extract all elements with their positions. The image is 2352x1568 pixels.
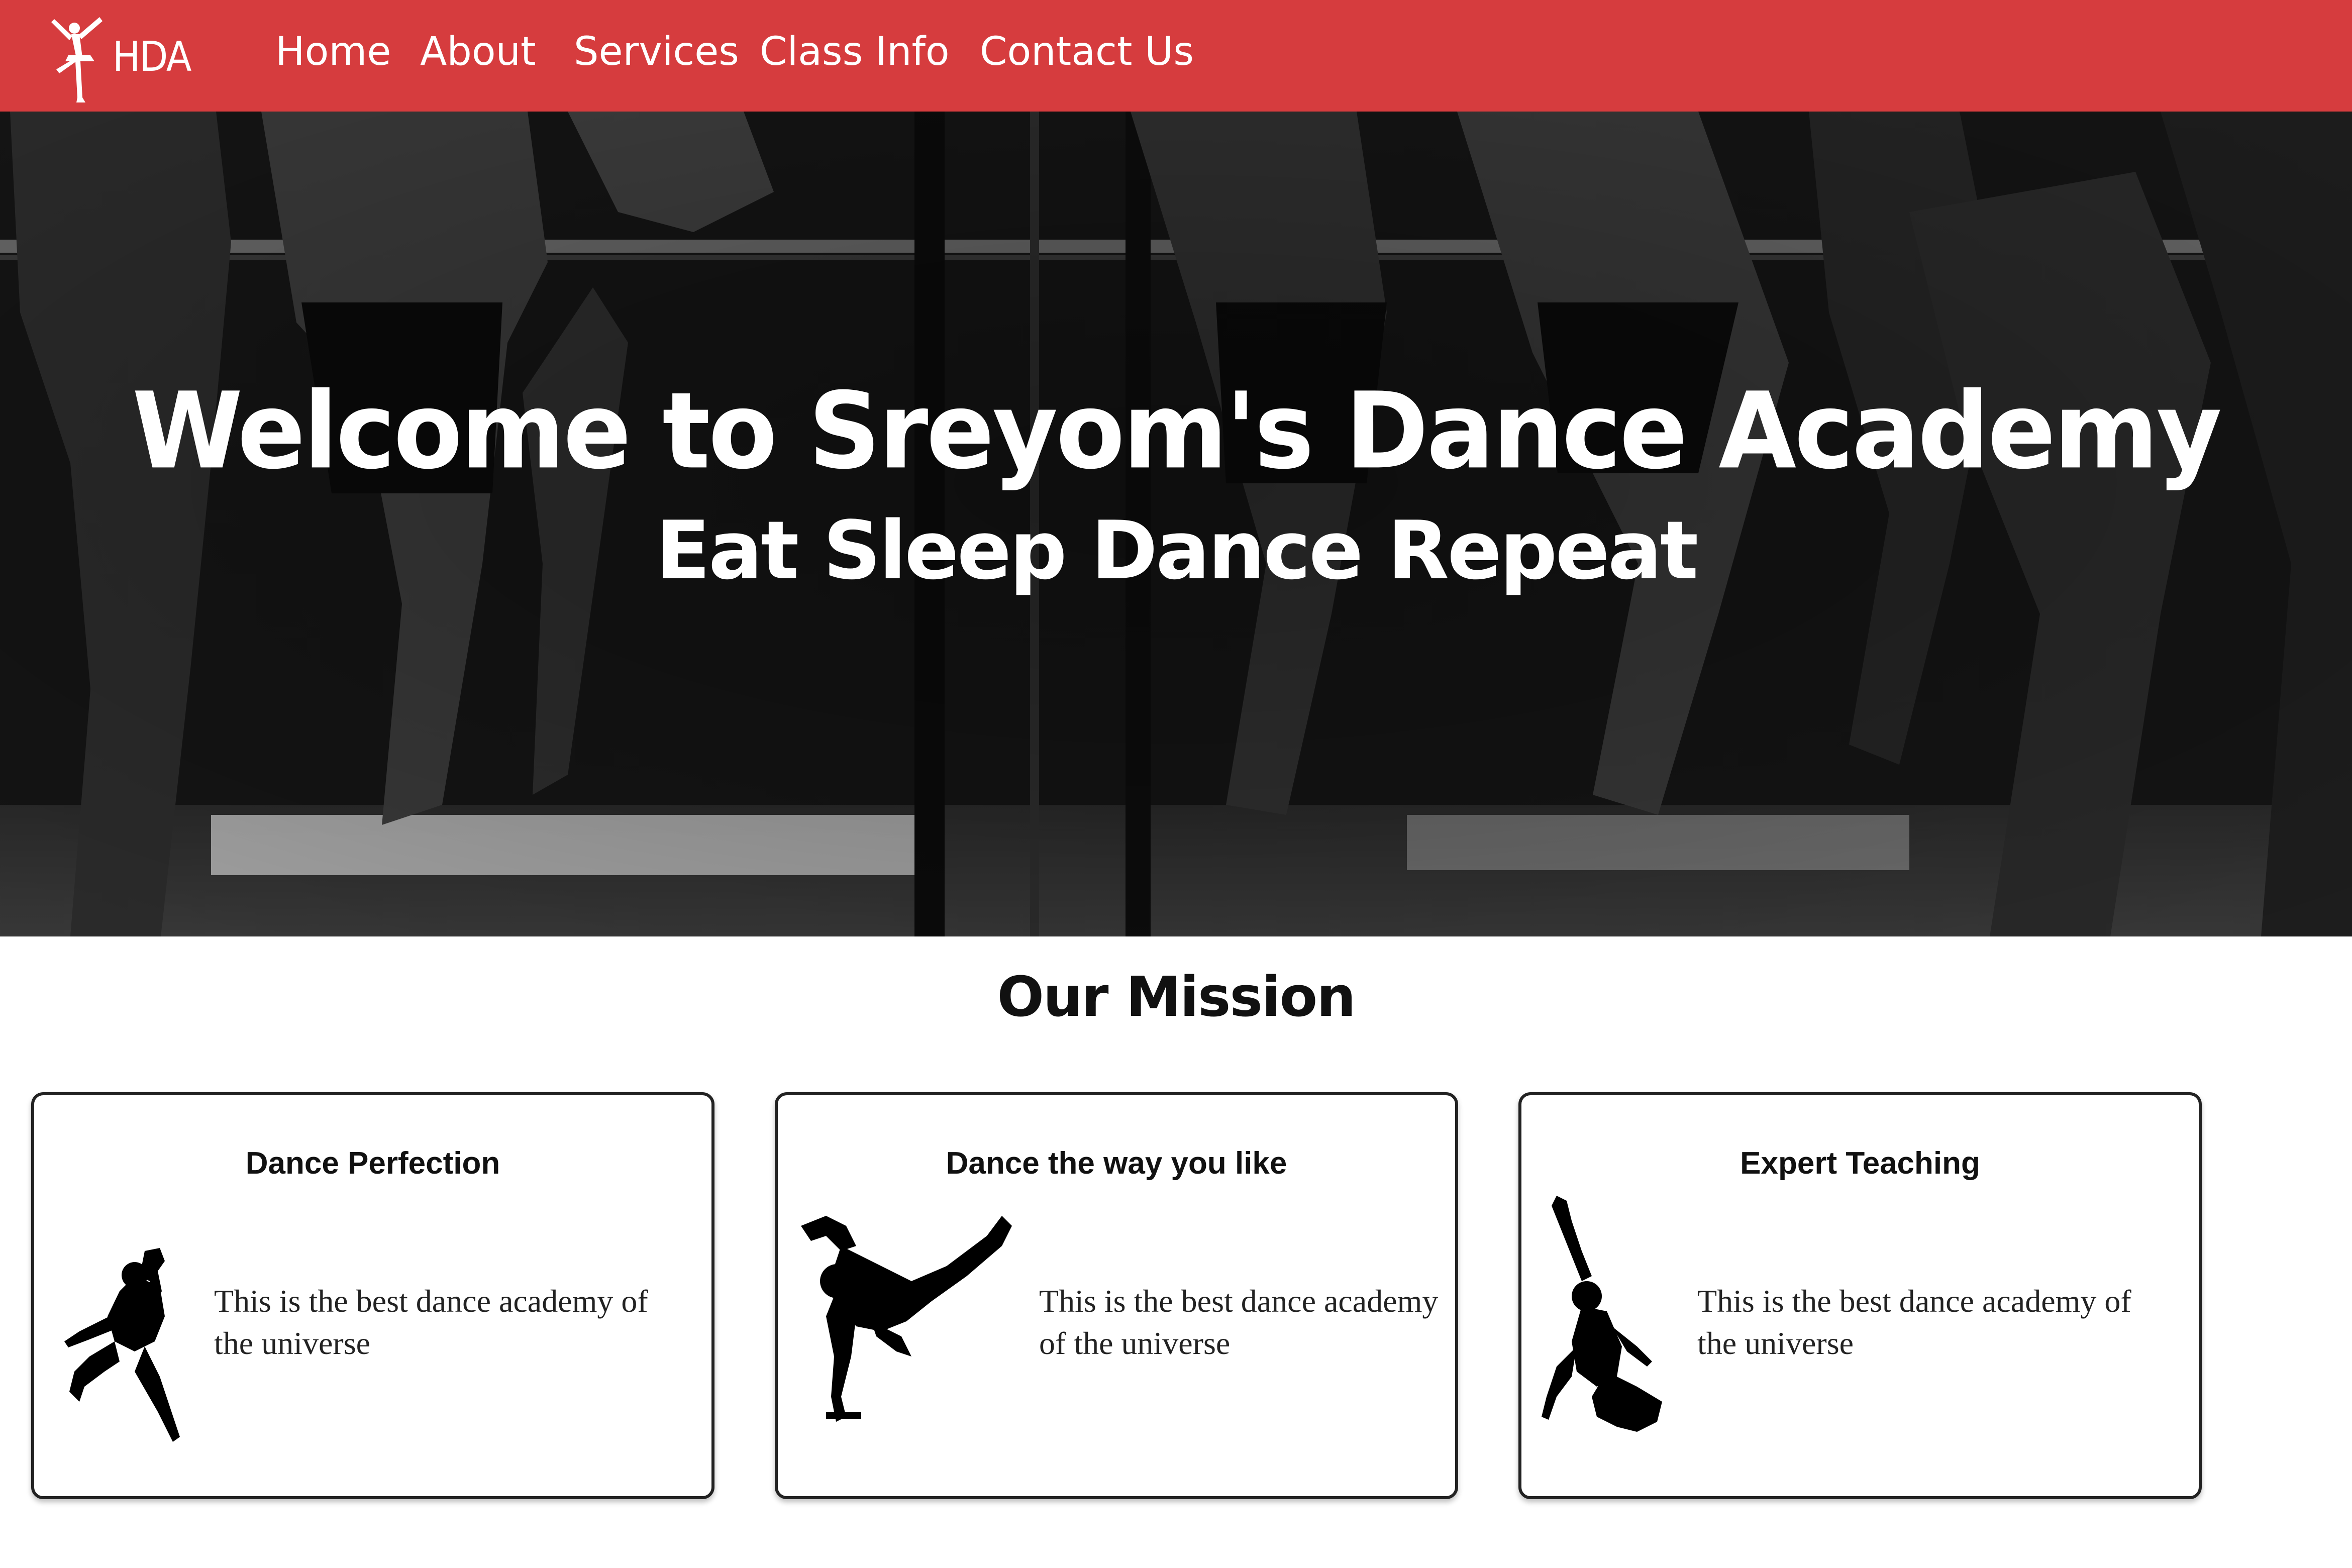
mission-card-expert-teaching: Expert Teaching This is the best dance a…	[1518, 1092, 2202, 1499]
hero-banner: Welcome to Sreyom's Dance Academy Eat Sl…	[0, 112, 2352, 936]
mission-card-dance-perfection: Dance Perfection This is the best dance …	[31, 1092, 714, 1499]
nav-link-services[interactable]: Services	[574, 29, 739, 74]
card-text: This is the best dance academy of the un…	[1039, 1283, 1439, 1361]
navbar: HDA Home About Services Class Info Conta…	[0, 0, 2352, 112]
logo-text: HDA	[113, 33, 191, 81]
card-text: This is the best dance academy of the un…	[214, 1283, 648, 1361]
logo[interactable]: HDA	[39, 9, 205, 102]
dancer-reaching-silhouette-icon	[1542, 1196, 1662, 1432]
mission-card-dance-the-way-you-like: Dance the way you like This is the best …	[775, 1092, 1458, 1499]
nav-link-contact-us[interactable]: Contact Us	[980, 29, 1194, 74]
hero-title: Welcome to Sreyom's Dance Academy	[132, 370, 2222, 493]
breakdancer-silhouette-icon	[801, 1216, 1012, 1422]
nav-link-about[interactable]: About	[420, 29, 536, 74]
hero-subtitle: Eat Sleep Dance Repeat	[655, 503, 1699, 597]
card-text: This is the best dance academy of the un…	[1697, 1283, 2131, 1361]
nav-link-home[interactable]: Home	[275, 29, 391, 74]
mission-heading: Our Mission	[997, 965, 1356, 1029]
card-title: Dance Perfection	[245, 1146, 500, 1181]
card-title: Dance the way you like	[946, 1146, 1287, 1181]
ballerina-logo-icon	[51, 17, 103, 102]
card-title: Expert Teaching	[1740, 1146, 1980, 1181]
dancer-silhouette-icon	[64, 1248, 180, 1442]
nav-link-class-info[interactable]: Class Info	[760, 29, 950, 74]
